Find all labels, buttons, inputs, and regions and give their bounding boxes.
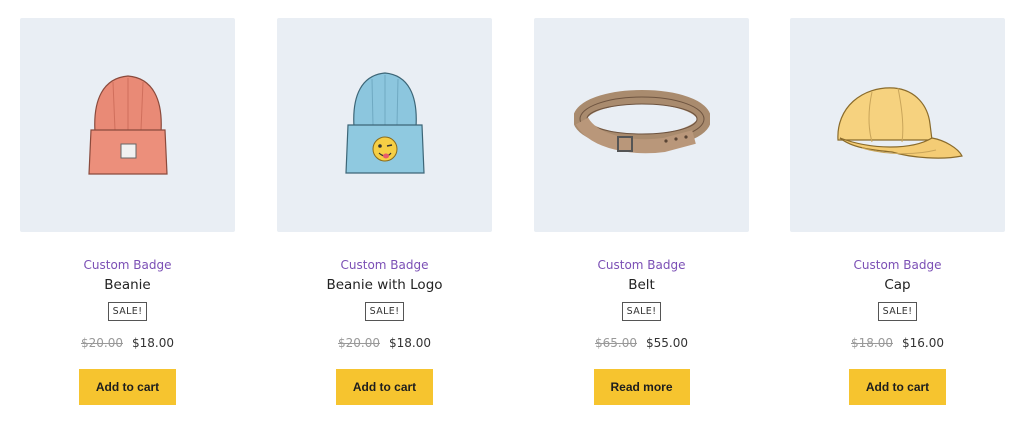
- product-title[interactable]: Cap: [884, 276, 910, 294]
- custom-badge: Custom Badge: [853, 258, 942, 272]
- price: $20.00 $18.00: [338, 335, 431, 351]
- sale-badge: SALE!: [107, 302, 148, 321]
- red-beanie-image: [87, 75, 168, 175]
- sale-price: $16.00: [902, 336, 944, 350]
- product-image-link[interactable]: [534, 18, 749, 232]
- product-card: Custom Badge Cap SALE! $18.00 $16.00 Add …: [790, 18, 1005, 405]
- price: $65.00 $55.00: [595, 335, 688, 351]
- original-price: $20.00: [338, 336, 380, 350]
- product-card: Custom Badge Beanie SALE! $20.00 $18.00 A…: [20, 18, 235, 405]
- sale-price: $18.00: [389, 336, 431, 350]
- sale-badge: SALE!: [621, 302, 662, 321]
- product-grid: Custom Badge Beanie SALE! $20.00 $18.00 A…: [0, 0, 1024, 432]
- blue-beanie-logo-image: [344, 72, 425, 174]
- price: $20.00 $18.00: [81, 335, 174, 351]
- product-title[interactable]: Beanie: [104, 276, 150, 294]
- original-price: $18.00: [851, 336, 893, 350]
- product-card: Custom Badge Beanie with Logo SALE! $20.…: [277, 18, 492, 405]
- original-price: $65.00: [595, 336, 637, 350]
- add-to-cart-button[interactable]: Add to cart: [849, 369, 946, 405]
- cap-image: [836, 87, 963, 159]
- sale-price: $55.00: [646, 336, 688, 350]
- belt-image: [573, 90, 710, 154]
- sale-badge: SALE!: [877, 302, 918, 321]
- product-image-link[interactable]: [790, 18, 1005, 232]
- custom-badge: Custom Badge: [340, 258, 429, 272]
- sale-price: $18.00: [132, 336, 174, 350]
- add-to-cart-button[interactable]: Add to cart: [336, 369, 433, 405]
- original-price: $20.00: [81, 336, 123, 350]
- product-title[interactable]: Beanie with Logo: [326, 276, 442, 294]
- product-card: Custom Badge Belt SALE! $65.00 $55.00 Rea…: [534, 18, 749, 405]
- custom-badge: Custom Badge: [597, 258, 686, 272]
- price: $18.00 $16.00: [851, 335, 944, 351]
- add-to-cart-button[interactable]: Add to cart: [79, 369, 176, 405]
- sale-badge: SALE!: [364, 302, 405, 321]
- custom-badge: Custom Badge: [83, 258, 172, 272]
- product-image-link[interactable]: [20, 18, 235, 232]
- product-image-link[interactable]: [277, 18, 492, 232]
- product-title[interactable]: Belt: [628, 276, 655, 294]
- read-more-button[interactable]: Read more: [593, 369, 690, 405]
